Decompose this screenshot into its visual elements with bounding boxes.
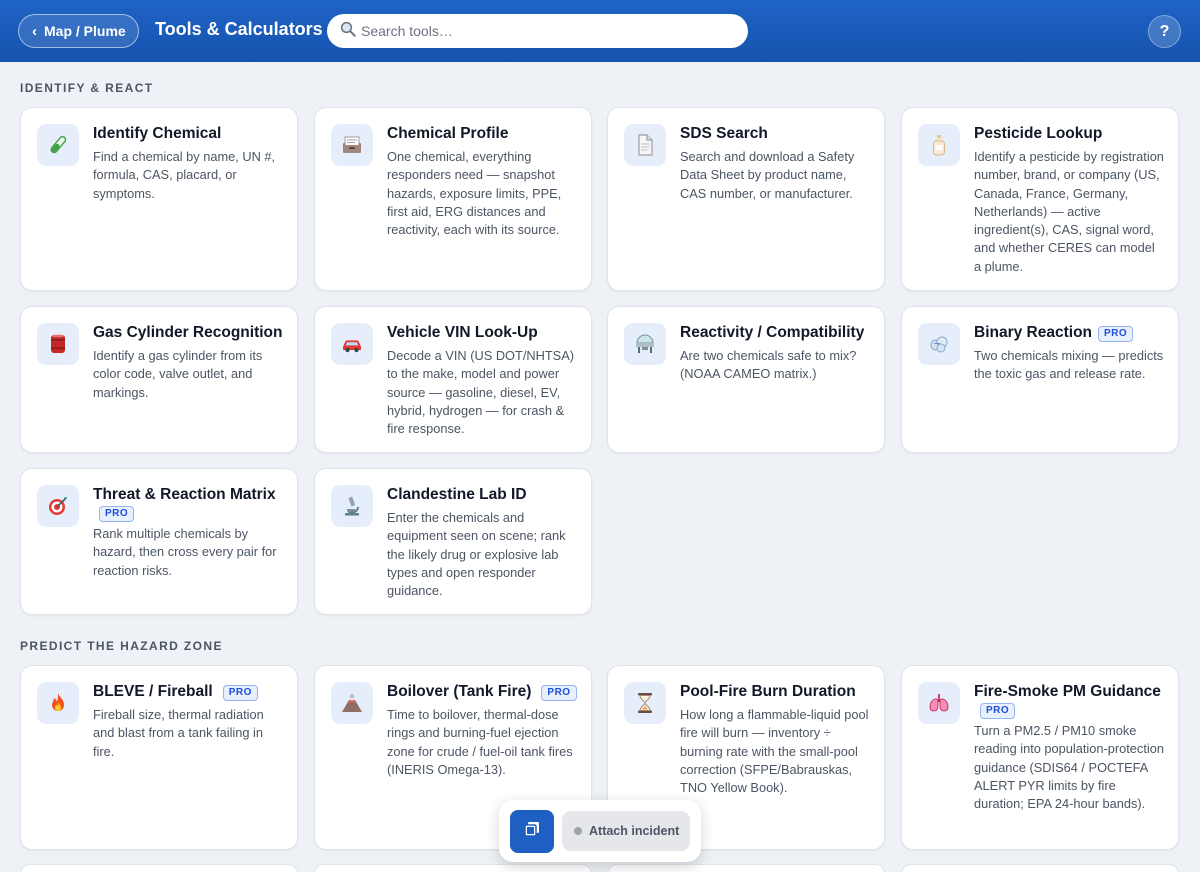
card-description: Two chemicals mixing — predicts the toxi… bbox=[974, 348, 1164, 382]
card-description: One chemical, everything responders need… bbox=[387, 149, 562, 238]
tool-card-gas-cylinder[interactable]: Gas Cylinder Recognition Identify a gas … bbox=[20, 306, 298, 453]
card-title: Clandestine Lab ID bbox=[387, 486, 527, 503]
card-title-text: BLEVE / Fireball bbox=[93, 683, 213, 700]
card-title: BLEVE / Fireball PRO bbox=[93, 682, 283, 701]
back-to-map-button[interactable]: ‹ Map / Plume bbox=[18, 14, 139, 48]
card-title: Fire-Smoke PM Guidance bbox=[974, 683, 1161, 700]
card-title-text: Boilover (Tank Fire) bbox=[387, 683, 532, 700]
tool-card-fire-smoke-pm[interactable]: Fire-Smoke PM Guidance PRO Turn a PM2.5 … bbox=[901, 665, 1179, 850]
volcano-icon bbox=[331, 682, 373, 724]
file-box-icon bbox=[331, 124, 373, 166]
flask-icon bbox=[624, 323, 666, 365]
page-title: Tools & Calculators bbox=[155, 19, 323, 39]
help-button[interactable]: ? bbox=[1148, 15, 1181, 48]
tool-card-reactivity[interactable]: Reactivity / Compatibility Are two chemi… bbox=[607, 306, 885, 453]
tool-card[interactable] bbox=[20, 864, 298, 872]
tool-card-chemical-profile[interactable]: Chemical Profile One chemical, everythin… bbox=[314, 107, 592, 291]
section-title-identify: IDENTIFY & REACT bbox=[20, 81, 154, 95]
card-title: Vehicle VIN Look-Up bbox=[387, 324, 538, 341]
search-icon bbox=[339, 20, 357, 43]
copy-button[interactable] bbox=[510, 810, 554, 853]
pro-badge: PRO bbox=[99, 506, 135, 522]
tool-card-vehicle-vin[interactable]: Vehicle VIN Look-Up Decode a VIN (US DOT… bbox=[314, 306, 592, 453]
card-description: Are two chemicals safe to mix? (NOAA CAM… bbox=[680, 348, 857, 382]
card-title: SDS Search bbox=[680, 125, 768, 142]
tool-card-bleve-fireball[interactable]: BLEVE / Fireball PRO Fireball size, therm… bbox=[20, 665, 298, 850]
card-description: Time to boilover, thermal-dose rings and… bbox=[387, 707, 573, 777]
tool-card-identify-chemical[interactable]: Identify Chemical Find a chemical by nam… bbox=[20, 107, 298, 291]
attach-incident-label: Attach incident bbox=[589, 824, 680, 838]
card-title: Chemical Profile bbox=[387, 125, 509, 142]
card-description: Turn a PM2.5 / PM10 smoke reading into p… bbox=[974, 723, 1164, 812]
target-icon bbox=[37, 485, 79, 527]
card-description: Fireball size, thermal radiation and bla… bbox=[93, 707, 264, 759]
copy-icon bbox=[523, 820, 541, 843]
card-title: Pool-Fire Burn Duration bbox=[680, 683, 856, 700]
chevron-left-icon: ‹ bbox=[32, 22, 37, 40]
document-icon bbox=[624, 124, 666, 166]
card-title: Reactivity / Compatibility bbox=[680, 324, 865, 341]
card-title: Threat & Reaction Matrix bbox=[93, 486, 276, 503]
car-icon bbox=[331, 323, 373, 365]
card-description: Rank multiple chemicals by hazard, then … bbox=[93, 526, 277, 578]
card-description: Enter the chemicals and equipment seen o… bbox=[387, 510, 566, 599]
card-title-text: Binary Reaction bbox=[974, 324, 1093, 341]
card-description: Search and download a Safety Data Sheet … bbox=[680, 149, 855, 201]
attach-incident-button[interactable]: Attach incident bbox=[562, 811, 690, 851]
card-title: Binary Reaction PRO bbox=[974, 323, 1164, 342]
tool-card-sds-search[interactable]: SDS Search Search and download a Safety … bbox=[607, 107, 885, 291]
card-description: How long a flammable-liquid pool fire wi… bbox=[680, 707, 869, 796]
barrel-icon bbox=[37, 323, 79, 365]
card-description: Find a chemical by name, UN #, formula, … bbox=[93, 149, 276, 201]
card-description: Identify a gas cylinder from its color c… bbox=[93, 348, 263, 400]
search-input[interactable] bbox=[361, 23, 741, 39]
card-title: Identify Chemical bbox=[93, 125, 222, 142]
tool-card-threat-matrix[interactable]: Threat & Reaction Matrix PRO Rank multip… bbox=[20, 468, 298, 615]
back-button-label: Map / Plume bbox=[44, 23, 126, 39]
lotion-bottle-icon bbox=[918, 124, 960, 166]
floating-action-bar: Attach incident bbox=[499, 800, 701, 862]
tool-card-pesticide-lookup[interactable]: Pesticide Lookup Identify a pesticide by… bbox=[901, 107, 1179, 291]
gas-cloud-icon bbox=[918, 323, 960, 365]
tool-card-binary-reaction[interactable]: Binary Reaction PRO Two chemicals mixing … bbox=[901, 306, 1179, 453]
test-tube-icon bbox=[37, 124, 79, 166]
pro-badge: PRO bbox=[222, 685, 258, 701]
status-dot-icon bbox=[574, 827, 582, 835]
card-description: Decode a VIN (US DOT/NHTSA) to the make,… bbox=[387, 348, 575, 437]
card-title: Gas Cylinder Recognition bbox=[93, 324, 283, 341]
pro-badge: PRO bbox=[1098, 326, 1134, 342]
search-box[interactable] bbox=[327, 14, 748, 48]
card-description: Identify a pesticide by registration num… bbox=[974, 149, 1164, 274]
microscope-icon bbox=[331, 485, 373, 527]
card-title: Pesticide Lookup bbox=[974, 125, 1103, 142]
card-title: Boilover (Tank Fire) PRO bbox=[387, 682, 577, 701]
lungs-icon bbox=[918, 682, 960, 724]
tool-card[interactable] bbox=[607, 864, 885, 872]
fire-icon bbox=[37, 682, 79, 724]
tool-card[interactable] bbox=[314, 864, 592, 872]
pro-badge: PRO bbox=[541, 685, 577, 701]
top-bar: ‹ Map / Plume Tools & Calculators ? bbox=[0, 0, 1200, 62]
pro-badge: PRO bbox=[980, 703, 1016, 719]
hourglass-icon bbox=[624, 682, 666, 724]
tool-card[interactable] bbox=[901, 864, 1179, 872]
tool-card-clandestine-lab[interactable]: Clandestine Lab ID Enter the chemicals a… bbox=[314, 468, 592, 615]
section-title-predict: PREDICT THE HAZARD ZONE bbox=[20, 639, 223, 653]
